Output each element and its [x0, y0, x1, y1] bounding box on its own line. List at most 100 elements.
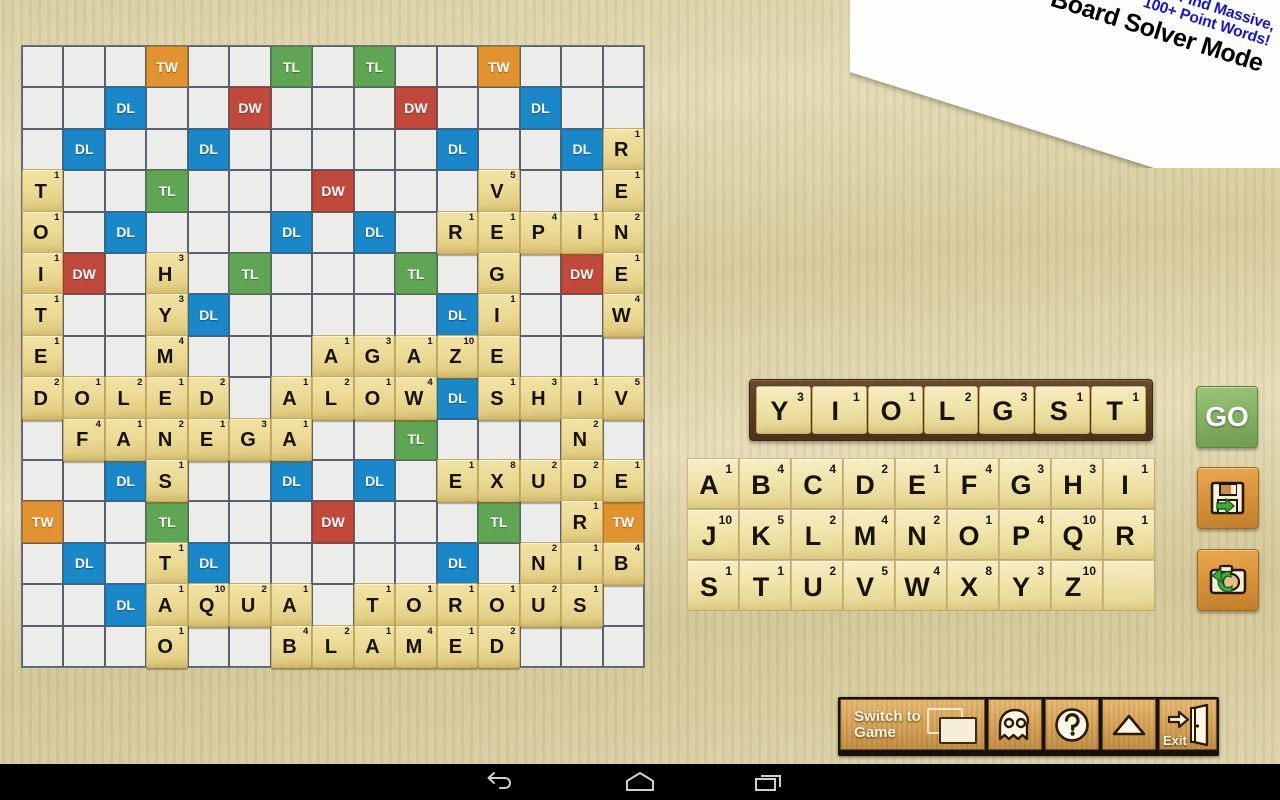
board-cell[interactable]: A1 [312, 334, 354, 379]
nav-home-button[interactable] [595, 764, 685, 800]
board-cell[interactable] [270, 335, 313, 378]
board-cell[interactable]: F4 [63, 417, 105, 461]
board-cell[interactable]: O1 [63, 376, 105, 420]
board-tile[interactable]: G3 [229, 417, 271, 461]
load-board-button[interactable] [1197, 549, 1259, 611]
board-cell[interactable]: N2 [602, 210, 644, 254]
board-cell[interactable] [229, 128, 271, 171]
board-cell[interactable] [270, 253, 313, 295]
board-cell[interactable]: TL [270, 46, 313, 88]
board-cell[interactable]: U2 [229, 583, 271, 627]
board-cell[interactable]: A1 [146, 583, 188, 627]
board-cell[interactable]: I1 [22, 252, 64, 296]
keyboard-key-g[interactable]: G3 [999, 458, 1051, 509]
board-cell[interactable] [187, 87, 230, 129]
board-tile[interactable]: Q 10 [187, 583, 230, 627]
rack-tile[interactable]: S1 [1035, 386, 1091, 434]
board-cell[interactable]: E1 [602, 459, 644, 503]
board-cell[interactable] [187, 170, 230, 212]
board-cell[interactable] [229, 294, 271, 336]
board-tile[interactable]: S1 [146, 459, 188, 503]
board-cell[interactable]: X8 [478, 459, 520, 503]
board-cell[interactable]: DL [353, 460, 396, 502]
board-cell[interactable] [229, 377, 271, 419]
board-cell[interactable]: DL [436, 128, 479, 171]
board-cell[interactable] [104, 294, 147, 336]
board-tile[interactable]: G3 [353, 334, 396, 379]
keyboard-key-u[interactable]: U2 [791, 560, 843, 611]
board-tile[interactable]: D2 [478, 624, 520, 668]
board-cell[interactable]: DW [395, 87, 437, 129]
help-button[interactable] [1045, 699, 1099, 750]
board-tile[interactable]: I1 [22, 252, 64, 296]
keyboard-key-t[interactable]: T1 [739, 560, 791, 611]
board-cell[interactable]: DL [104, 87, 147, 129]
board-tile[interactable]: D2 [187, 376, 230, 420]
board-cell[interactable] [478, 418, 520, 460]
board-tile[interactable]: E1 [478, 210, 520, 254]
nav-back-button[interactable] [455, 764, 545, 800]
board-cell[interactable] [312, 294, 354, 336]
board-cell[interactable]: U2 [519, 459, 562, 503]
board-tile[interactable]: E1 [602, 169, 644, 213]
board-cell[interactable] [395, 128, 437, 171]
board-tile[interactable]: B4 [602, 541, 644, 586]
board-cell[interactable]: I1 [561, 541, 603, 586]
keyboard-key-h[interactable]: H3 [1051, 458, 1103, 509]
board-cell[interactable] [519, 170, 562, 212]
board-cell[interactable]: R1 [561, 500, 603, 544]
board-cell[interactable] [187, 501, 230, 543]
board-cell[interactable] [104, 253, 147, 295]
board-cell[interactable] [270, 170, 313, 212]
board-cell[interactable] [602, 46, 644, 88]
board-cell[interactable] [353, 501, 396, 543]
board-cell[interactable]: TL [353, 46, 396, 88]
board-cell[interactable]: DW [63, 253, 105, 295]
board-tile[interactable]: O1 [22, 210, 64, 254]
board-cell[interactable] [146, 211, 188, 253]
keyboard-key-k[interactable]: K5 [739, 509, 791, 560]
keyboard-key-w[interactable]: W4 [895, 560, 947, 611]
board-cell[interactable] [602, 584, 644, 626]
board-cell[interactable] [63, 460, 105, 502]
board-cell[interactable]: DW [561, 253, 603, 295]
board-tile[interactable]: U2 [519, 583, 562, 627]
board-cell[interactable] [561, 46, 603, 88]
board-tile[interactable]: A1 [312, 334, 354, 379]
board-cell[interactable] [63, 211, 105, 253]
board-cell[interactable]: T1 [146, 541, 188, 586]
board-tile[interactable]: E1 [146, 376, 188, 420]
board-cell[interactable] [561, 335, 603, 378]
board-tile[interactable]: Y3 [146, 293, 188, 337]
go-button[interactable]: GO [1196, 386, 1258, 448]
board-cell[interactable] [104, 625, 147, 667]
board-cell[interactable] [312, 211, 354, 253]
board-cell[interactable] [270, 542, 313, 585]
board-cell[interactable]: DL [519, 87, 562, 129]
board-cell[interactable]: DL [436, 542, 479, 585]
board-cell[interactable]: N2 [146, 417, 188, 461]
board-tile[interactable]: H3 [519, 376, 562, 420]
board-tile[interactable]: E [478, 334, 520, 379]
board-cell[interactable]: M4 [146, 334, 188, 379]
board-cell[interactable] [22, 584, 64, 626]
board-tile[interactable]: A1 [146, 583, 188, 627]
board-cell[interactable] [395, 460, 437, 502]
keyboard-key-a[interactable]: A1 [687, 458, 739, 509]
board-cell[interactable] [63, 170, 105, 212]
board-tile[interactable]: T1 [353, 583, 396, 627]
board-cell[interactable] [22, 87, 64, 129]
board-cell[interactable] [229, 501, 271, 543]
board-cell[interactable]: A1 [395, 334, 437, 379]
board-cell[interactable]: R1 [436, 210, 479, 254]
switch-to-game-button[interactable]: Switch to Game [840, 699, 985, 750]
board-cell[interactable] [104, 542, 147, 585]
board-cell[interactable]: A1 [270, 376, 313, 420]
board-tile[interactable]: L2 [312, 624, 354, 668]
board-tile[interactable]: E1 [436, 624, 479, 668]
keyboard-key-n[interactable]: N2 [895, 509, 947, 560]
board-cell[interactable]: DL [187, 128, 230, 171]
board-cell[interactable] [353, 418, 396, 460]
keyboard-key-b[interactable]: B4 [739, 458, 791, 509]
board-cell[interactable] [270, 87, 313, 129]
